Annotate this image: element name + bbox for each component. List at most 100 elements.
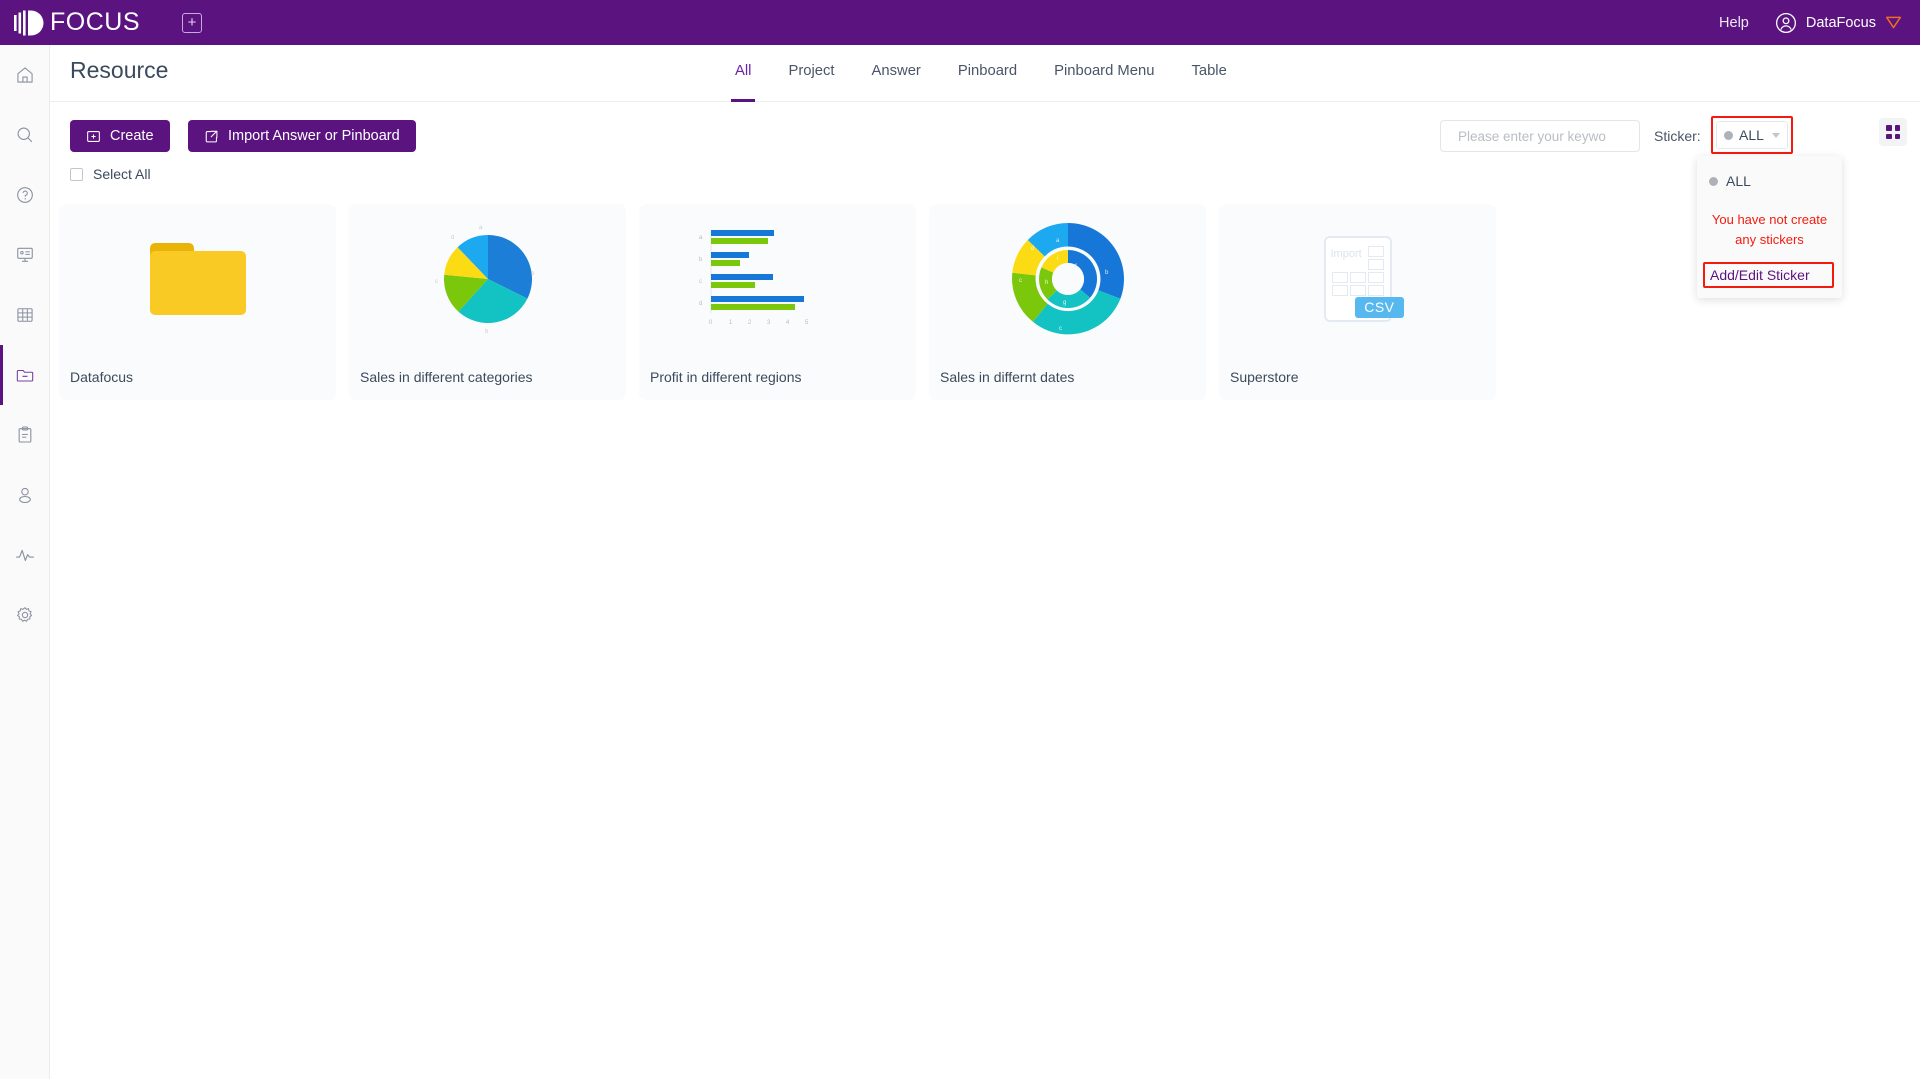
sticker-color-dot-icon [1709, 176, 1718, 186]
user-menu[interactable]: DataFocus [1775, 12, 1902, 34]
card-thumbnail: a b c d 0 1 2 3 4 5 [639, 204, 916, 354]
sticker-selected-value: ALL [1739, 127, 1764, 143]
svg-text:d: d [699, 301, 702, 307]
user-name: DataFocus [1805, 14, 1876, 31]
card-thumbnail [59, 204, 336, 354]
resource-card-folder[interactable]: Datafocus [59, 204, 336, 400]
grid-cell [1886, 133, 1892, 139]
select-all-label: Select All [93, 166, 151, 182]
sidebar-item-help[interactable] [0, 165, 50, 225]
svg-text:b: b [485, 329, 489, 335]
help-link[interactable]: Help [1719, 15, 1749, 31]
svg-text:5: 5 [805, 320, 809, 326]
search-box[interactable] [1440, 120, 1640, 152]
svg-text:e: e [531, 271, 535, 277]
plus-glyph: + [187, 13, 197, 31]
csv-import-label: Import [1330, 248, 1362, 260]
card-thumbnail: Import CSV [1219, 204, 1496, 354]
csv-file-icon: Import CSV [1323, 236, 1404, 322]
create-button-label: Create [110, 128, 154, 144]
pie-chart-thumbnail: a e b c d [435, 225, 535, 335]
sidebar-item-search[interactable] [0, 105, 50, 165]
logo-text: FOCUS [50, 8, 140, 36]
svg-text:4: 4 [786, 320, 790, 326]
sidebar-item-resource[interactable] [0, 345, 50, 405]
svg-text:b: b [699, 257, 703, 263]
card-title: Sales in different categories [360, 369, 533, 385]
grid-view-icon[interactable] [1879, 118, 1907, 146]
svg-text:0: 0 [709, 320, 713, 326]
folder-minus-icon [16, 369, 34, 382]
gear-icon [17, 607, 33, 622]
tab-pinboard-menu[interactable]: Pinboard Menu [1054, 45, 1154, 102]
sticker-select[interactable]: ALL [1716, 121, 1788, 149]
tab-table[interactable]: Table [1191, 45, 1226, 102]
sticker-option-all[interactable]: ALL [1697, 170, 1842, 192]
sidebar-item-tasks[interactable] [0, 405, 50, 465]
svg-text:3: 3 [767, 320, 771, 326]
tab-project[interactable]: Project [788, 45, 834, 102]
card-title: Superstore [1230, 369, 1299, 385]
page-title: Resource [70, 57, 169, 83]
sidebar-item-settings[interactable] [0, 585, 50, 645]
card-title: Sales in differnt dates [940, 369, 1075, 385]
resource-card-answer-bar[interactable]: a b c d 0 1 2 3 4 5 Profit in different … [639, 204, 916, 400]
main-content: Resource All Project Answer Pinboard Pin… [50, 45, 1920, 1079]
clipboard-icon [18, 426, 32, 443]
svg-text:c: c [1059, 326, 1062, 332]
sidebar-item-monitoring[interactable] [0, 525, 50, 585]
card-thumbnail: a b c c d f g h i [929, 204, 1206, 354]
svg-text:c: c [435, 279, 438, 285]
bar-chart-thumbnail: a b c d 0 1 2 3 4 5 [699, 230, 809, 326]
svg-text:g: g [1063, 300, 1066, 306]
card-title: Profit in different regions [650, 369, 802, 385]
svg-text:h: h [1045, 280, 1048, 286]
donut-chart-thumbnail: a b c c d f g h i [1011, 223, 1124, 335]
create-icon [87, 130, 100, 142]
tab-answer[interactable]: Answer [872, 45, 921, 102]
resource-card-answer-donut[interactable]: a b c c d f g h i Sales in differnt date… [929, 204, 1206, 400]
user-icon [19, 487, 31, 504]
tab-pinboard[interactable]: Pinboard [958, 45, 1017, 102]
chevron-down-icon [1772, 132, 1780, 138]
left-sidebar [0, 45, 50, 1079]
sidebar-item-home[interactable] [0, 45, 50, 105]
resource-card-answer-pie[interactable]: a e b c d Sales in different categories [349, 204, 626, 400]
sidebar-item-table[interactable] [0, 285, 50, 345]
add-edit-sticker-link[interactable]: Add/Edit Sticker [1710, 267, 1827, 283]
svg-text:2: 2 [748, 320, 752, 326]
svg-text:a: a [699, 235, 703, 241]
sidebar-item-board[interactable] [0, 225, 50, 285]
tab-all[interactable]: All [730, 45, 757, 102]
sticker-filter-highlight: ALL [1711, 116, 1793, 154]
sticker-empty-message: You have not create any stickers [1711, 212, 1828, 247]
sticker-filter-label: Sticker: [1654, 128, 1701, 144]
svg-text:c: c [1019, 278, 1022, 284]
resource-tabs: All Project Answer Pinboard Pinboard Men… [730, 45, 1227, 102]
home-icon [17, 67, 33, 83]
import-icon [205, 130, 218, 142]
action-bar: Create Import Answer or Pinboard Sticker… [50, 102, 1920, 298]
import-answer-or-pinboard-button[interactable]: Import Answer or Pinboard [188, 120, 416, 152]
svg-text:1: 1 [729, 320, 733, 326]
grid-cell [1894, 125, 1900, 131]
page-header: Resource All Project Answer Pinboard Pin… [50, 45, 1920, 102]
resource-card-table-csv[interactable]: Import CSV Superstore [1219, 204, 1496, 400]
select-all-row: Select All [50, 160, 1920, 188]
search-input[interactable] [1458, 128, 1635, 144]
app-logo[interactable]: FOCUS [14, 8, 140, 37]
sidebar-item-account[interactable] [0, 465, 50, 525]
select-all-checkbox[interactable] [70, 167, 83, 181]
question-circle-icon [17, 187, 33, 203]
card-thumbnail: a e b c d [349, 204, 626, 354]
plus-square-icon[interactable]: + [182, 12, 202, 33]
svg-text:d: d [451, 235, 454, 241]
grid-cell [1886, 125, 1892, 131]
top-bar-right: Help DataFocus [1719, 12, 1902, 34]
presentation-icon [17, 247, 33, 262]
svg-text:c: c [699, 279, 702, 285]
create-button[interactable]: Create [70, 120, 170, 152]
import-button-label: Import Answer or Pinboard [228, 128, 400, 144]
sticker-color-dot-icon [1724, 130, 1733, 140]
folder-icon [149, 243, 246, 315]
